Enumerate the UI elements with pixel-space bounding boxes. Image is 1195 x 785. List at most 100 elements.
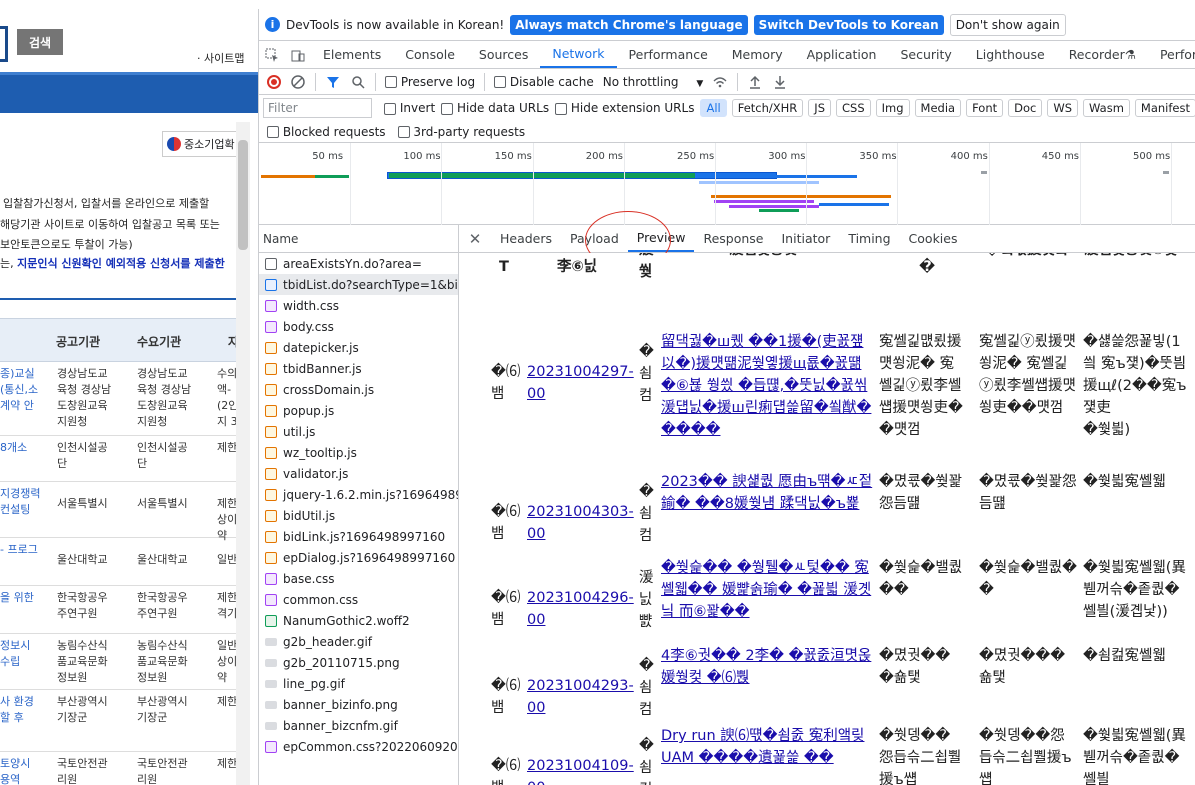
name-column-header[interactable]: Name [259,225,458,253]
request-row[interactable]: g2b_20110715.png [259,652,458,673]
disable-cache-checkbox[interactable] [494,76,507,88]
request-row[interactable]: NanumGothic2.woff2 [259,610,458,631]
request-row[interactable]: bidUtil.js [259,505,458,526]
preview-bid-number-link[interactable]: 20231004109- 00 [527,755,637,785]
request-row[interactable]: epDialog.js?1696498997160 [259,547,458,568]
request-row[interactable]: popup.js [259,400,458,421]
filter-chip-wasm[interactable]: Wasm [1083,99,1130,117]
export-har-icon[interactable] [772,74,788,90]
tab-performance-insi[interactable]: Performance insi [1148,41,1195,68]
request-row[interactable]: bidLink.js?1696498997160 [259,526,458,547]
search-button[interactable]: 검색 [17,29,63,55]
preview-bid-title-link[interactable]: 留댁궗�ш퀬 ��1援�(吏꾨쟾以�)援먯떎泥쒖옣援щ룞�꾨떎�⑥뵪 쒕씠 �듭… [661,331,875,441]
tab-elements[interactable]: Elements [311,41,393,68]
close-icon[interactable]: ✕ [459,225,491,252]
request-row[interactable]: body.css [259,316,458,337]
table-row[interactable]: 정보시 수립 농림수산식 품교육문화 정보원 농림수산식 품교육문화 정보원 일반 상… [0,634,240,690]
row-title-link[interactable]: 사 환경 할 후 [0,694,34,726]
disable-cache-toggle[interactable]: Disable cache [494,75,594,89]
inspect-element-icon[interactable] [259,41,285,68]
tab-console[interactable]: Console [393,41,467,68]
preserve-log-toggle[interactable]: Preserve log [385,75,475,89]
site-logo[interactable] [0,26,8,62]
hide-data-urls-toggle[interactable]: Hide data URLs [441,101,549,115]
request-row[interactable]: wz_tooltip.js [259,442,458,463]
row-title-link[interactable]: - 프로그 [0,542,38,558]
preview-bid-number-link[interactable]: 20231004293- 00 [527,675,637,719]
table-row[interactable]: - 프로그 울산대학교 울산대학교 일반 [0,538,240,586]
web-scrollbar-thumb[interactable] [238,140,248,250]
filter-chip-ws[interactable]: WS [1047,99,1079,117]
import-har-icon[interactable] [747,74,763,90]
invert-toggle[interactable]: Invert [384,101,435,115]
invert-checkbox[interactable] [384,102,397,115]
tab-timing[interactable]: Timing [839,225,899,252]
tab-initiator[interactable]: Initiator [773,225,840,252]
request-row[interactable]: tbidList.do?searchType=1&bid... [259,274,458,295]
web-scrollbar[interactable] [236,122,250,785]
row-title-link[interactable]: 토양시 용역 [0,756,30,785]
request-row[interactable]: base.css [259,568,458,589]
tab-lighthouse[interactable]: Lighthouse [964,41,1057,68]
table-row[interactable]: 종)교실 (통신,소 계약 안 경상남도교 육청 경상남 도창원교육 지원청 경상남… [0,362,240,436]
tab-cookies[interactable]: Cookies [900,225,967,252]
preview-bid-title-link[interactable]: �쒖슱�� �쒕퉬�ㅻ텇�� 寃쎌웳�� 媛뺥솕瑜� �꾪븳 湲곗닠 而⑥꽕�� [661,557,875,623]
tab-network[interactable]: Network [540,41,617,68]
row-title-link[interactable]: 지경쟁력 컨설팅 [0,486,40,518]
table-row[interactable]: 사 환경 할 후 부산광역시 기장군 부산광역시 기장군 제한 [0,690,240,752]
request-row[interactable]: areaExistsYn.do?area= [259,253,458,274]
filter-chip-manifest[interactable]: Manifest [1134,99,1195,117]
filter-chip-media[interactable]: Media [914,99,962,117]
filter-chip-js[interactable]: JS [808,99,831,117]
table-row[interactable]: 지경쟁력 컨설팅 서울특별시 서울특별시 제한 상이 약 [0,482,240,542]
filter-input[interactable]: Filter [263,98,373,118]
request-row[interactable]: crossDomain.js [259,379,458,400]
dont-show-again-button[interactable]: Don't show again [949,13,1066,36]
hide-extension-urls-toggle[interactable]: Hide extension URLs [555,101,694,115]
row-title-link[interactable]: 을 위한 [0,590,34,606]
search-icon[interactable] [350,74,366,90]
tab-response[interactable]: Response [694,225,772,252]
request-row[interactable]: banner_bizcnfm.gif [259,715,458,736]
preview-pane[interactable]: T李⑥닔媛 쒖湲덉쒖쑝옟��앸엯援먯옄湲덉쒖쑝옟⑤쒖�⑹ 뱀2023100429… [479,253,1195,785]
request-row[interactable]: width.css [259,295,458,316]
row-title-link[interactable]: 8개소 [0,440,27,456]
tab-headers[interactable]: Headers [491,225,561,252]
blocked-requests-toggle[interactable]: Blocked requests [267,125,386,139]
request-row[interactable]: g2b_header.gif [259,631,458,652]
third-party-checkbox[interactable] [397,126,410,138]
table-row[interactable]: 8개소 인천시설공 단 인천시설공 단 제한 [0,436,240,482]
sme-banner-tab[interactable]: 중소기업확 [162,131,237,157]
preserve-log-checkbox[interactable] [385,76,397,88]
filter-chip-css[interactable]: CSS [836,99,871,117]
filter-icon[interactable] [325,74,341,90]
request-row[interactable]: util.js [259,421,458,442]
tab-security[interactable]: Security [888,41,963,68]
table-row[interactable]: 토양시 용역 국토안전관 리원 국토안전관 리원 제한 [0,752,240,785]
hide-extension-urls-checkbox[interactable] [555,102,568,115]
hide-data-urls-checkbox[interactable] [441,102,454,115]
filter-chip-doc[interactable]: Doc [1008,99,1043,117]
tab-memory[interactable]: Memory [720,41,795,68]
tab-sources[interactable]: Sources [467,41,540,68]
request-row[interactable]: datepicker.js [259,337,458,358]
table-row[interactable]: 을 위한 한국항공우 주연구원 한국항공우 주연구원 제한 격기 [0,586,240,634]
request-row[interactable]: validator.js [259,463,458,484]
filter-chip-font[interactable]: Font [966,99,1004,117]
sitemap-link[interactable]: · 사이트맵 [197,50,244,66]
tab-performance[interactable]: Performance [617,41,720,68]
tab-recorder[interactable]: Recorder ⚗ [1057,41,1148,68]
throttling-select[interactable]: No throttling ▼ [603,75,704,89]
request-row[interactable]: tbidBanner.js [259,358,458,379]
request-row[interactable]: common.css [259,589,458,610]
blocked-requests-checkbox[interactable] [267,126,279,138]
preview-bid-title-link[interactable]: 4李⑥궛�� 2李� �꾨줈洹몃옩 媛쒕컻 �⑹뿭 [661,645,875,689]
always-match-language-button[interactable]: Always match Chrome's language [510,14,748,35]
filter-chip-fetch-xhr[interactable]: Fetch/XHR [731,99,804,117]
preview-bid-number-link[interactable]: 20231004296- 00 [527,587,637,631]
preview-bid-title-link[interactable]: 2023�� 諛섍퀎 愿由ъ떆�ㅼ젙鍮� ��8媛쒖냼 蹂댁닔�ъ뾽 [661,471,875,515]
request-row[interactable]: banner_bizinfo.png [259,694,458,715]
device-toolbar-icon[interactable] [285,41,311,68]
request-row[interactable]: jquery-1.6.2.min.js?169649899... [259,484,458,505]
preview-bid-title-link[interactable]: Dry run 諛⑹떇�쇰줈 寃利앸맂 UAM ����遺꾩쓽 �� [661,725,875,769]
